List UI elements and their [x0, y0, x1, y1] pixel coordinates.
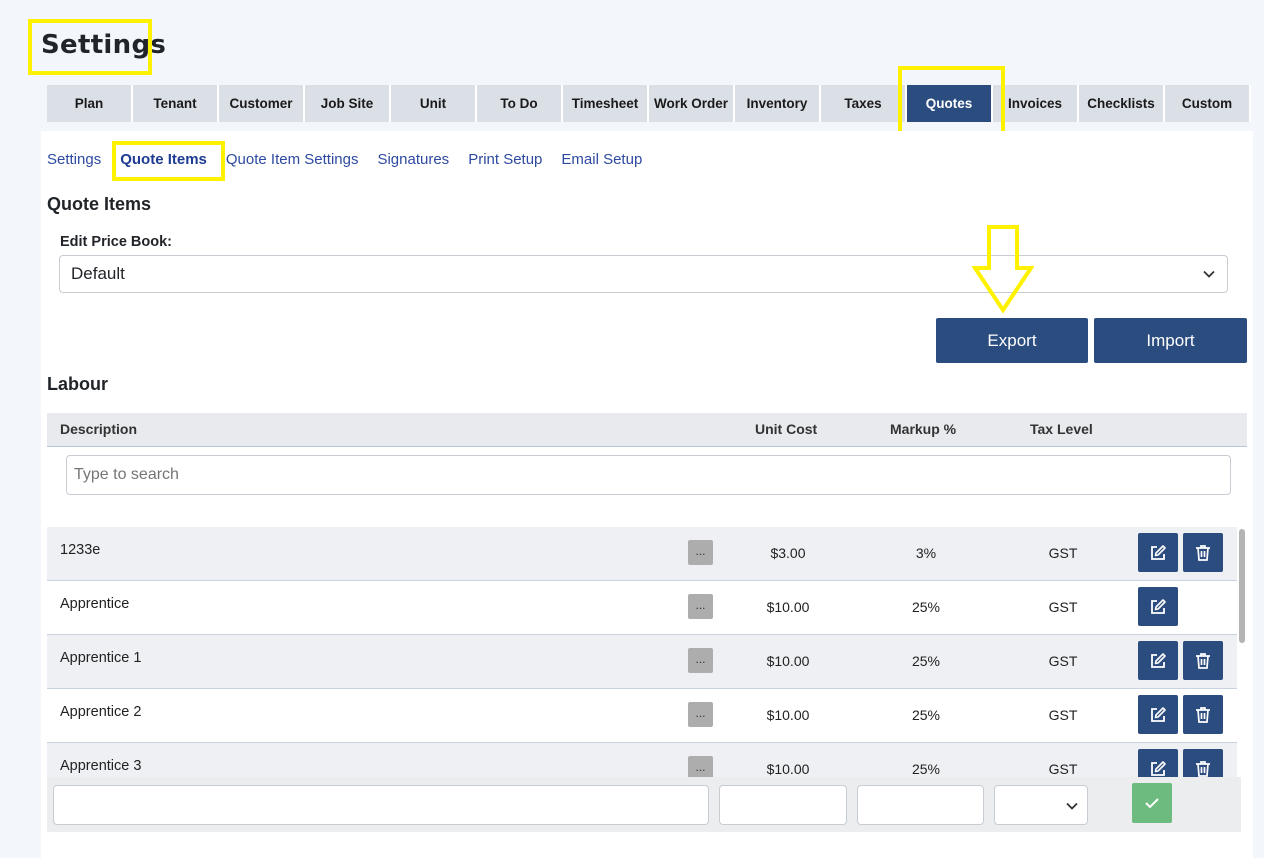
row-tax-level: GST	[1048, 761, 1078, 777]
price-book-value: Default	[71, 264, 125, 283]
row-description: Apprentice 2	[60, 704, 142, 720]
row-description: Apprentice 3	[60, 758, 142, 774]
row-description: Apprentice 1	[60, 650, 142, 666]
row-description: Apprentice	[60, 596, 130, 612]
column-header-description: Description	[60, 421, 138, 437]
row-unit-cost: $10.00	[766, 599, 810, 615]
subnav-settings[interactable]: Settings	[47, 150, 101, 170]
export-button[interactable]: Export	[936, 318, 1088, 363]
tab-work-order[interactable]: Work Order	[649, 85, 735, 122]
chevron-down-icon	[1203, 270, 1215, 278]
row-markup: 25%	[911, 707, 941, 723]
more-button[interactable]: ...	[688, 702, 713, 727]
row-description: 1233e	[60, 542, 101, 558]
delete-button[interactable]	[1183, 749, 1223, 777]
edit-icon	[1151, 598, 1166, 614]
subnav-quote-item-settings[interactable]: Quote Item Settings	[226, 150, 359, 170]
tab-taxes[interactable]: Taxes	[821, 85, 907, 122]
subnav-signatures[interactable]: Signatures	[377, 150, 449, 170]
column-header-markup: Markup %	[890, 421, 957, 437]
chevron-down-icon	[1066, 802, 1078, 810]
tab-plan[interactable]: Plan	[47, 85, 133, 122]
import-button[interactable]: Import	[1094, 318, 1247, 363]
edit-button[interactable]	[1138, 749, 1178, 777]
tab-custom[interactable]: Custom	[1165, 85, 1251, 122]
subnav-email-setup[interactable]: Email Setup	[561, 150, 642, 170]
row-tax-level: GST	[1048, 599, 1078, 615]
edit-icon	[1151, 544, 1166, 560]
more-button[interactable]: ...	[688, 756, 713, 777]
table-row: 1233e ... $3.00 3% GST	[47, 527, 1237, 581]
edit-button[interactable]	[1138, 587, 1178, 626]
table-row: Apprentice 1 ... $10.00 25% GST	[47, 635, 1237, 689]
table-scrollbar[interactable]	[1237, 527, 1247, 777]
trash-icon	[1196, 706, 1210, 723]
tab-unit[interactable]: Unit	[391, 85, 477, 122]
highlight-box-quote-items	[112, 141, 225, 181]
row-unit-cost: $3.00	[770, 545, 806, 561]
more-button[interactable]: ...	[688, 648, 713, 673]
edit-button[interactable]	[1138, 533, 1178, 572]
row-markup: 25%	[911, 599, 941, 615]
trash-icon	[1196, 544, 1210, 561]
tab-job-site[interactable]: Job Site	[305, 85, 391, 122]
scrollbar-thumb[interactable]	[1239, 529, 1245, 643]
subnav-print-setup[interactable]: Print Setup	[468, 150, 542, 170]
new-markup-input[interactable]	[857, 785, 984, 825]
new-tax-level-select[interactable]	[994, 785, 1088, 825]
more-button[interactable]: ...	[688, 594, 713, 619]
row-markup: 25%	[911, 653, 941, 669]
labour-table-body: 1233e ... $3.00 3% GST Apprentice ... $1…	[47, 527, 1237, 777]
settings-tabs: Plan Tenant Customer Job Site Unit To Do…	[47, 85, 1251, 122]
row-markup: 3%	[915, 545, 937, 561]
row-tax-level: GST	[1048, 653, 1078, 669]
search-input[interactable]	[66, 455, 1231, 495]
price-book-select[interactable]: Default	[59, 255, 1228, 293]
tab-tenant[interactable]: Tenant	[133, 85, 219, 122]
confirm-add-button[interactable]	[1132, 783, 1172, 823]
row-unit-cost: $10.00	[766, 653, 810, 669]
down-arrow-icon	[972, 225, 1034, 314]
delete-button[interactable]	[1183, 695, 1223, 734]
column-header-tax-level: Tax Level	[1030, 421, 1093, 437]
tab-inventory[interactable]: Inventory	[735, 85, 821, 122]
table-row: Apprentice 2 ... $10.00 25% GST	[47, 689, 1237, 743]
trash-icon	[1196, 760, 1210, 777]
row-tax-level: GST	[1048, 545, 1078, 561]
edit-icon	[1151, 652, 1166, 668]
section-title-quote-items: Quote Items	[47, 194, 152, 214]
edit-icon	[1151, 760, 1166, 776]
check-icon	[1145, 798, 1159, 809]
tab-checklists[interactable]: Checklists	[1079, 85, 1165, 122]
new-description-input[interactable]	[53, 785, 709, 825]
section-title-labour: Labour	[47, 374, 108, 394]
more-button[interactable]: ...	[688, 540, 713, 565]
row-unit-cost: $10.00	[766, 761, 810, 777]
edit-button[interactable]	[1138, 641, 1178, 680]
table-row: Apprentice ... $10.00 25% GST	[47, 581, 1237, 635]
table-row: Apprentice 3 ... $10.00 25% GST	[47, 743, 1237, 777]
tab-timesheet[interactable]: Timesheet	[563, 85, 649, 122]
labour-table-header: Description Unit Cost Markup % Tax Level	[47, 413, 1247, 447]
new-unit-cost-input[interactable]	[719, 785, 847, 825]
row-unit-cost: $10.00	[766, 707, 810, 723]
delete-button[interactable]	[1183, 641, 1223, 680]
edit-icon	[1151, 706, 1166, 722]
trash-icon	[1196, 652, 1210, 669]
row-tax-level: GST	[1048, 707, 1078, 723]
edit-button[interactable]	[1138, 695, 1178, 734]
delete-button[interactable]	[1183, 533, 1223, 572]
tab-invoices[interactable]: Invoices	[993, 85, 1079, 122]
tab-customer[interactable]: Customer	[219, 85, 305, 122]
highlight-box-quotes-tab	[898, 66, 1005, 141]
highlight-box-title	[28, 19, 152, 75]
price-book-label: Edit Price Book:	[60, 234, 172, 250]
row-markup: 25%	[911, 761, 941, 777]
column-header-unit-cost: Unit Cost	[755, 421, 818, 437]
tab-to-do[interactable]: To Do	[477, 85, 563, 122]
